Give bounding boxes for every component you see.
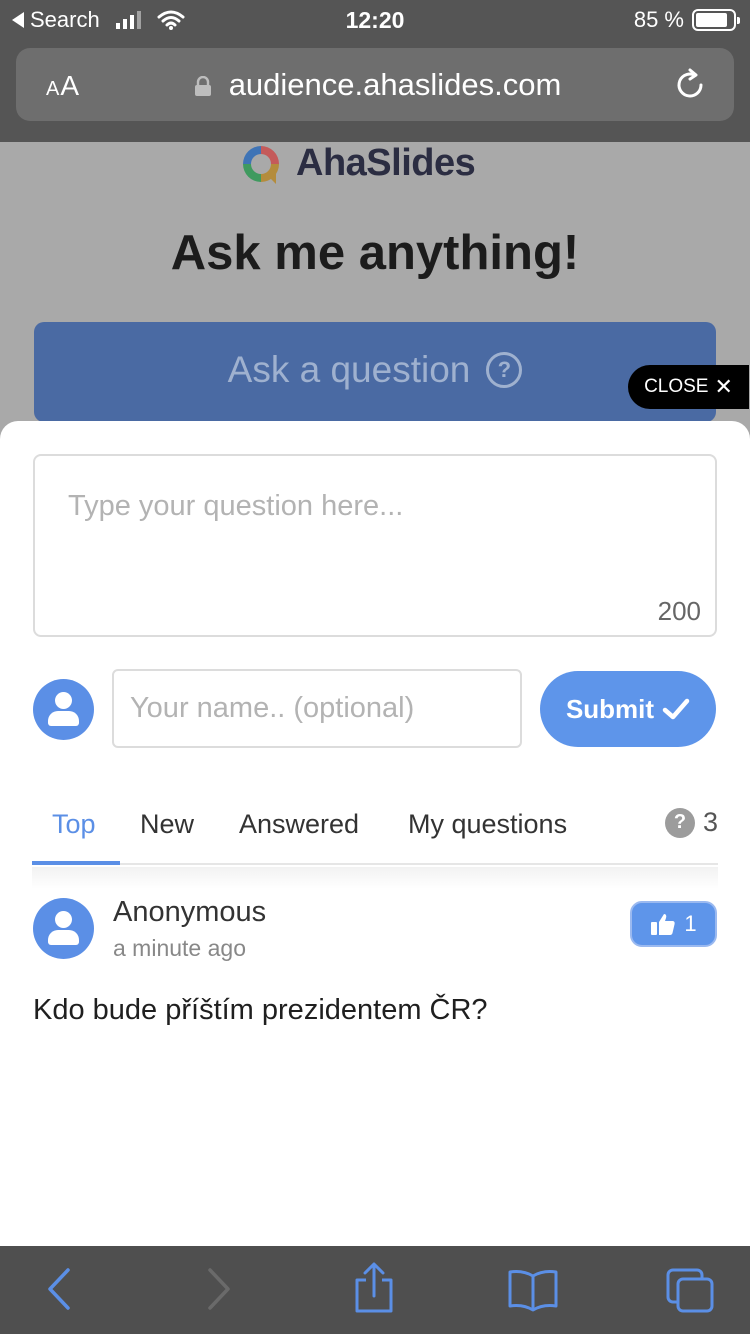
- tab-divider-shadow: [32, 867, 718, 889]
- help-icon: ?: [486, 352, 523, 388]
- question-author: Anonymous: [113, 896, 267, 928]
- browser-toolbar: [0, 1246, 750, 1334]
- tab-my-questions[interactable]: My questions: [408, 809, 567, 840]
- active-tab-indicator: [32, 861, 120, 865]
- ask-question-button[interactable]: Ask a question ?: [34, 322, 716, 422]
- thumbs-up-icon: [651, 914, 676, 935]
- character-counter: 200: [657, 596, 701, 626]
- upvote-count: 1: [684, 911, 697, 936]
- brand-name: AhaSlides: [296, 142, 476, 184]
- url-text: audience.ahaslides.com: [228, 67, 562, 102]
- check-icon: [662, 698, 690, 720]
- address-bar[interactable]: AA audience.ahaslides.com: [16, 48, 734, 121]
- close-label: CLOSE: [644, 376, 709, 397]
- bookmarks-icon[interactable]: [506, 1268, 560, 1312]
- name-placeholder: Your name.. (optional): [130, 692, 415, 724]
- tab-top[interactable]: Top: [52, 809, 96, 840]
- question-count-icon: ?: [664, 807, 695, 838]
- share-icon[interactable]: [352, 1262, 396, 1314]
- question-count-value: 3: [702, 807, 718, 837]
- status-bar: Search 12:20 85 %: [0, 0, 750, 40]
- forward-arrow-icon[interactable]: [204, 1266, 234, 1312]
- submit-button[interactable]: Submit: [540, 671, 716, 747]
- question-time: a minute ago: [113, 935, 246, 961]
- page-title: Ask me anything!: [170, 226, 580, 280]
- question-tabs: Top New Answered My questions ? 3: [32, 803, 718, 865]
- battery-icon: [692, 9, 740, 31]
- ahaslides-logo-icon: [243, 145, 279, 184]
- question-textarea[interactable]: Type your question here... 200: [33, 454, 717, 637]
- user-avatar-icon: [33, 679, 94, 740]
- tabs-icon[interactable]: [664, 1266, 716, 1314]
- name-input[interactable]: Your name.. (optional): [112, 669, 522, 748]
- battery-fill: [696, 13, 727, 27]
- question-count: ? 3: [664, 807, 718, 838]
- tab-answered[interactable]: Answered: [239, 809, 359, 840]
- question-text: Kdo bude příštím prezidentem ČR?: [33, 994, 488, 1026]
- submit-label: Submit: [565, 693, 655, 724]
- question-sheet: Type your question here... 200 Your name…: [0, 421, 750, 1246]
- brand-logo: AhaSlides: [236, 142, 476, 185]
- battery: 85 %: [633, 7, 740, 33]
- close-button[interactable]: CLOSE ✕: [628, 365, 749, 409]
- battery-percent: 85 %: [633, 7, 684, 32]
- close-icon: ✕: [714, 374, 733, 399]
- back-arrow-icon[interactable]: [44, 1266, 74, 1312]
- reload-icon[interactable]: [674, 68, 708, 102]
- tab-new[interactable]: New: [140, 809, 194, 840]
- browser-chrome: AA audience.ahaslides.com: [0, 40, 750, 142]
- ask-question-label: Ask a question: [227, 349, 471, 390]
- upvote-button[interactable]: 1: [630, 901, 717, 947]
- question-placeholder: Type your question here...: [68, 490, 404, 522]
- author-avatar-icon: [33, 898, 94, 959]
